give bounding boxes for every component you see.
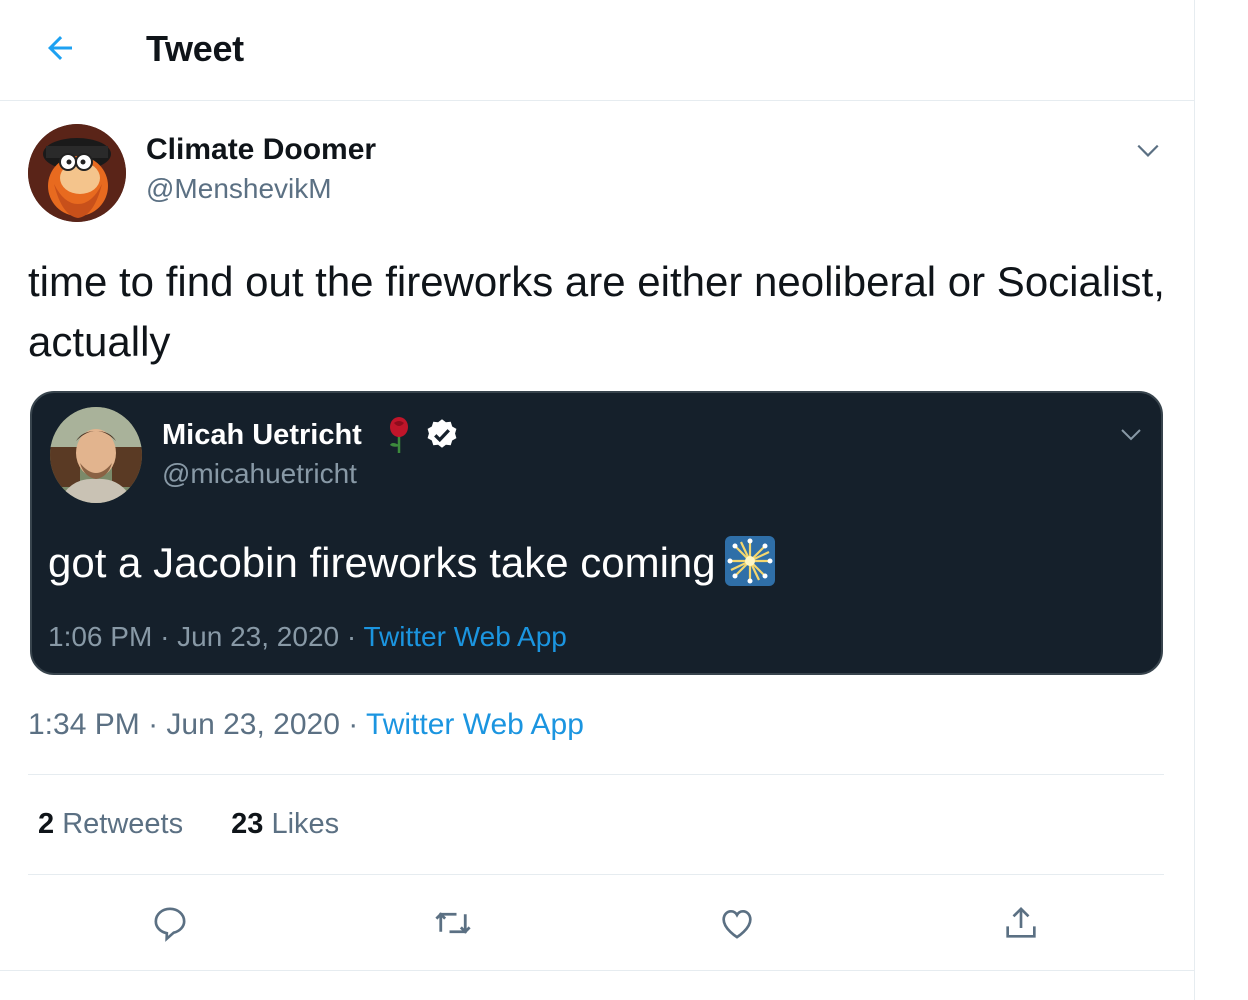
share-button[interactable]: [996, 898, 1046, 948]
quoted-avatar[interactable]: [50, 407, 142, 503]
avatar[interactable]: [28, 124, 126, 222]
tweet-source-link[interactable]: Twitter Web App: [366, 708, 584, 741]
retweets-stat[interactable]: 2 Retweets: [38, 808, 183, 841]
quoted-tweet-source-link[interactable]: Twitter Web App: [363, 621, 566, 652]
reply-icon: [154, 907, 186, 942]
divider: [28, 874, 1164, 875]
tweet-meta: 1:34 PM · Jun 23, 2020 · Twitter Web App: [28, 708, 584, 742]
separator: ·: [348, 708, 359, 741]
quoted-tweet-text-content: got a Jacobin fireworks take coming: [48, 539, 716, 586]
quoted-tweet-text: got a Jacobin fireworks take coming: [48, 535, 776, 587]
sparkler-emoji-icon: [724, 536, 775, 586]
quoted-tweet[interactable]: Micah Uetricht @micahuetricht got a Jaco…: [30, 391, 1163, 675]
quoted-tweet-menu-button[interactable]: [1114, 417, 1148, 451]
like-button[interactable]: [712, 898, 762, 948]
tweet-column: Tweet Climate Doomer @MenshevikM time to…: [0, 0, 1195, 1000]
separator: ·: [346, 621, 357, 652]
likes-count: 23: [231, 808, 264, 840]
tweet-stats: 2 Retweets 23 Likes: [38, 808, 379, 841]
arrow-left-icon: [48, 36, 72, 60]
chevron-down-icon: [1121, 429, 1141, 441]
likes-label: Likes: [271, 808, 340, 840]
quoted-tweet-meta: 1:06 PM · Jun 23, 2020 · Twitter Web App: [48, 621, 567, 653]
quoted-author-handle[interactable]: @micahuetricht: [162, 458, 357, 490]
retweets-label: Retweets: [62, 808, 184, 840]
divider: [28, 774, 1164, 775]
separator: ·: [160, 621, 170, 652]
quoted-author-name[interactable]: Micah Uetricht: [162, 419, 362, 452]
separator: ·: [148, 708, 159, 741]
share-icon: [1006, 906, 1036, 938]
retweet-icon: [435, 912, 471, 934]
divider: [0, 970, 1195, 971]
tweet-date[interactable]: Jun 23, 2020: [166, 708, 339, 741]
back-button[interactable]: [36, 24, 84, 72]
reply-button[interactable]: [145, 898, 195, 948]
tweet-text: time to find out the fireworks are eithe…: [28, 258, 1165, 365]
quoted-tweet-date[interactable]: Jun 23, 2020: [177, 621, 339, 652]
chevron-down-icon: [1137, 144, 1159, 157]
heart-icon: [722, 909, 752, 939]
quoted-tweet-time[interactable]: 1:06 PM: [48, 621, 152, 652]
author-name[interactable]: Climate Doomer: [146, 133, 376, 167]
tweet-time[interactable]: 1:34 PM: [28, 708, 140, 741]
retweets-count: 2: [38, 808, 55, 840]
page-title: Tweet: [146, 28, 244, 69]
retweet-button[interactable]: [428, 898, 478, 948]
author-handle[interactable]: @MenshevikM: [146, 173, 332, 205]
likes-stat[interactable]: 23 Likes: [231, 808, 339, 841]
verified-badge-icon: [427, 419, 457, 448]
tweet-menu-button[interactable]: [1130, 132, 1166, 168]
page-header: Tweet: [0, 0, 1195, 101]
rose-icon: [390, 417, 408, 453]
